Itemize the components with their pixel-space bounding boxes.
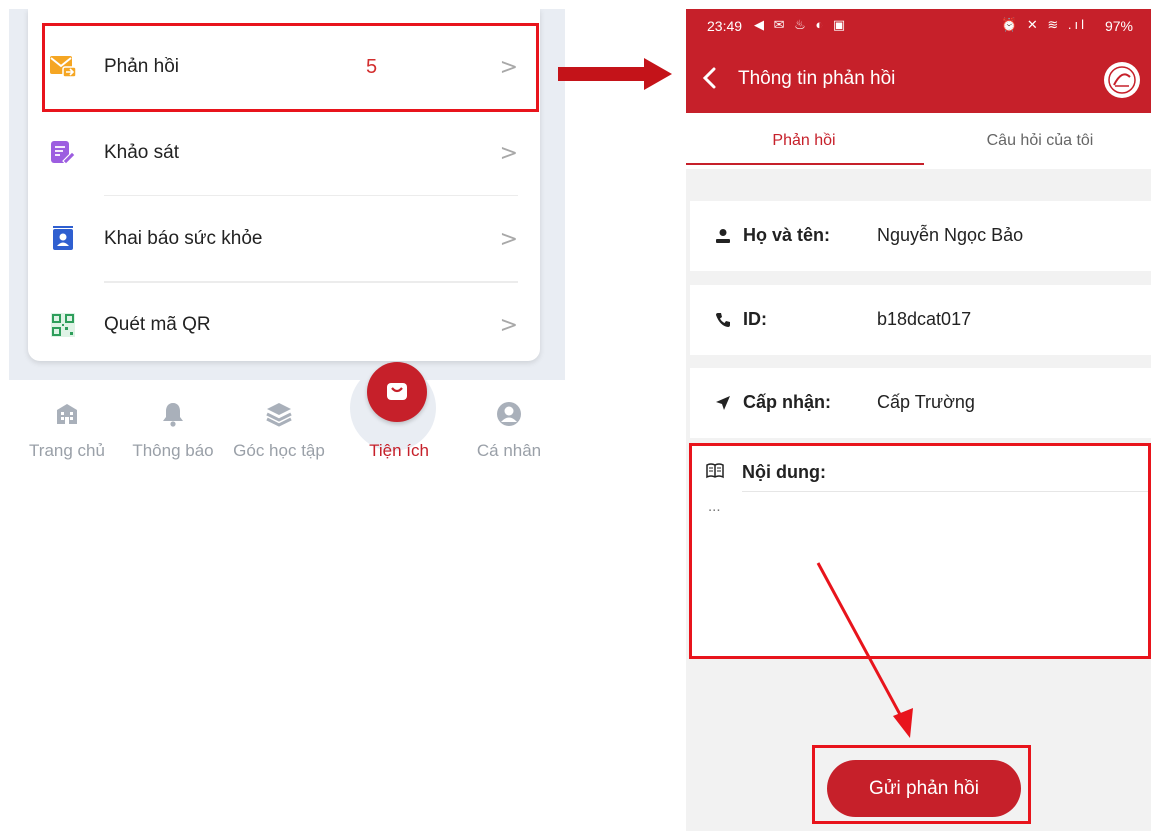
pointer-arrow-annotation [816, 562, 913, 738]
